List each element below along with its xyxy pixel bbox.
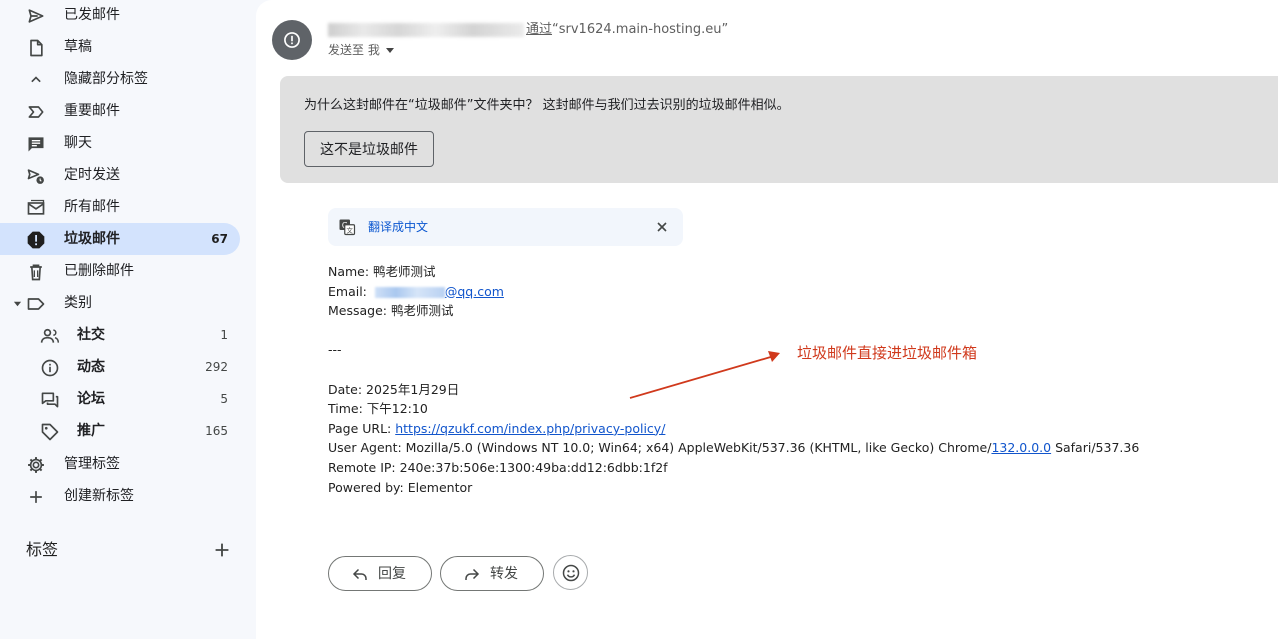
reply-label: 回复 [378, 566, 406, 582]
chat-icon [28, 137, 44, 152]
forward-button[interactable]: 转发 [440, 556, 544, 591]
body-powered-by: Powered by: Elementor [328, 479, 473, 495]
body-name: Name: 鸭老师测试 [328, 264, 436, 279]
forward-icon [465, 568, 480, 580]
all-mail-icon [27, 199, 45, 215]
sidebar-item-label: 隐藏部分标签 [64, 71, 148, 87]
sidebar-item-count: 292 [205, 360, 228, 374]
sidebar-item-manage-labels[interactable]: 管理标签 [0, 448, 240, 480]
sidebar-item-label: 推广 [77, 423, 105, 439]
redacted-sender [328, 22, 524, 37]
plus-icon [30, 491, 42, 503]
sidebar-item-spam[interactable]: 垃圾邮件 67 [0, 223, 240, 255]
sidebar-item-count: 5 [220, 392, 228, 406]
message-view: 通过“srv1624.main-hosting.eu” 发送至 我 为什么这封邮… [256, 0, 1278, 639]
labels-heading: 标签 [26, 540, 59, 559]
forward-label: 转发 [490, 566, 518, 582]
translate-icon: G文 [339, 219, 356, 236]
important-icon [28, 106, 44, 118]
forums-icon [41, 392, 59, 408]
reply-icon [352, 568, 367, 580]
tag-icon [41, 423, 59, 441]
sidebar-item-all-mail[interactable]: 所有邮件 [0, 191, 240, 223]
sidebar-item-drafts[interactable]: 草稿 [0, 31, 240, 63]
sidebar-item-count: 67 [211, 232, 228, 246]
sidebar-item-label: 草稿 [64, 39, 92, 55]
sidebar-item-label: 聊天 [64, 135, 92, 151]
sidebar-item-label: 定时发送 [64, 167, 120, 183]
sidebar-item-trash[interactable]: 已删除邮件 [0, 255, 240, 287]
sidebar-item-label: 类别 [64, 295, 92, 311]
chevron-down-icon [385, 47, 394, 53]
trash-icon [30, 264, 42, 281]
add-label-icon[interactable] [211, 539, 233, 561]
sidebar-item-social[interactable]: 社交 1 [0, 319, 240, 351]
sidebar-item-forums[interactable]: 论坛 5 [0, 383, 240, 415]
recipient-label: 发送至 我 [328, 43, 380, 57]
sidebar-item-categories[interactable]: 类别 [0, 287, 240, 319]
annotation-text: 垃圾邮件直接进垃圾邮件箱 [797, 344, 978, 362]
svg-text:文: 文 [346, 226, 353, 235]
body-remote-ip: Remote IP: 240e:37b:506e:1300:49ba:dd12:… [328, 459, 668, 475]
reply-button[interactable]: 回复 [328, 556, 432, 591]
sidebar-item-important[interactable]: 重要邮件 [0, 95, 240, 127]
sidebar-item-scheduled[interactable]: 定时发送 [0, 159, 240, 191]
email-link[interactable]: @qq.com [371, 284, 504, 299]
sidebar: 已发邮件 草稿 隐藏部分标签 重要邮件 聊天 定时发送 所有邮件 垃圾邮件 67… [0, 0, 256, 639]
sidebar-item-sent[interactable]: 已发邮件 [0, 0, 240, 31]
sidebar-item-label: 已删除邮件 [64, 263, 134, 279]
label-icon [27, 298, 45, 310]
social-icon [40, 328, 60, 343]
spam-warning-banner: 为什么这封邮件在“垃圾邮件”文件夹中？ 这封邮件与我们过去识别的垃圾邮件相似。 … [280, 76, 1278, 183]
scheduled-send-icon [27, 169, 44, 184]
redacted-email [374, 286, 445, 298]
recipient-dropdown[interactable]: 发送至 我 [328, 41, 394, 59]
spam-reason-text: 为什么这封邮件在“垃圾邮件”文件夹中？ 这封邮件与我们过去识别的垃圾邮件相似。 [304, 98, 790, 113]
page-url-link[interactable]: https://qzukf.com/index.php/privacy-poli… [395, 421, 665, 436]
sidebar-item-count: 165 [205, 424, 228, 438]
sidebar-item-label: 管理标签 [64, 456, 120, 472]
chevron-up-icon [31, 76, 41, 83]
sidebar-item-label: 社交 [77, 327, 105, 343]
body-email: Email: @qq.com [328, 283, 504, 299]
translate-link[interactable]: 翻译成中文 [368, 219, 428, 235]
sidebar-item-label: 垃圾邮件 [64, 231, 120, 247]
annotation-arrow [629, 351, 780, 399]
sidebar-item-label: 重要邮件 [64, 103, 120, 119]
sidebar-item-updates[interactable]: 动态 292 [0, 351, 240, 383]
alert-icon [284, 32, 300, 48]
sender-line: 通过“srv1624.main-hosting.eu” [328, 21, 728, 39]
sidebar-item-label: 创建新标签 [64, 488, 134, 504]
sidebar-item-label: 已发邮件 [64, 7, 120, 23]
sidebar-item-promotions[interactable]: 推广 165 [0, 415, 240, 447]
sender-host: “srv1624.main-hosting.eu” [552, 22, 729, 37]
body-user-agent: User Agent: Mozilla/5.0 (Windows NT 10.0… [328, 440, 1140, 456]
body-page-url: Page URL: https://qzukf.com/index.php/pr… [328, 420, 666, 436]
draft-icon [30, 39, 43, 57]
translate-bar: G文 翻译成中文 [328, 208, 683, 246]
caret-down-icon[interactable] [13, 299, 22, 308]
sidebar-item-label: 动态 [77, 359, 105, 375]
sender-via[interactable]: 通过 [526, 22, 552, 37]
emoji-reaction-button[interactable] [553, 555, 588, 590]
not-spam-button[interactable]: 这不是垃圾邮件 [304, 131, 434, 167]
sidebar-item-count: 1 [220, 328, 228, 342]
sidebar-item-label: 所有邮件 [64, 199, 120, 215]
spam-icon [27, 231, 45, 249]
sender-avatar[interactable] [272, 20, 312, 60]
body-message: Message: 鸭老师测试 [328, 303, 454, 319]
body-time: Time: 下午12:10 [328, 401, 428, 417]
info-icon [41, 359, 59, 377]
chrome-version-link[interactable]: 132.0.0.0 [991, 440, 1051, 455]
smiley-icon [562, 564, 579, 581]
sidebar-item-label: 论坛 [77, 391, 105, 407]
gear-icon [28, 457, 44, 473]
sidebar-item-create-label[interactable]: 创建新标签 [0, 480, 240, 512]
sidebar-item-chat[interactable]: 聊天 [0, 127, 240, 159]
sidebar-item-hide-labels[interactable]: 隐藏部分标签 [0, 63, 240, 95]
send-icon [28, 9, 44, 23]
close-icon[interactable] [654, 219, 670, 235]
